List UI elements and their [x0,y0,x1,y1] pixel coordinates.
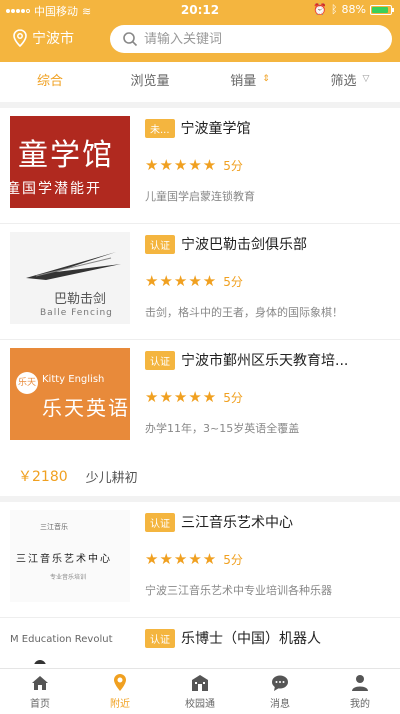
institution-name: 宁波巴勒击剑俱乐部 [181,237,307,253]
course-name: 少儿耕初 [85,470,138,486]
institution-name: 三江音乐艺术中心 [181,515,293,531]
filter-label: 筛选 [330,73,357,89]
list-item[interactable]: 三江音乐 三江音乐艺术中心 专业音乐培训 认证 三江音乐艺术中心 ★★★★★ 5… [0,502,400,618]
fencing-logo-icon [26,252,121,280]
list-item[interactable]: M Education Revolut 认证 乐博士（中国）机器人 ★★★★★ … [0,618,400,664]
city-label: 宁波市 [32,31,74,47]
institution-name: 乐博士（中国）机器人 [181,631,321,647]
filter-screen[interactable]: 筛选 ▽ [300,62,400,102]
home-icon [32,676,48,690]
rating-score: 5分 [223,274,243,289]
search-box[interactable] [110,25,392,53]
filter-bar: 综合 浏览量 销量 ⇕ 筛选 ▽ [0,62,400,108]
filter-label: 综合 [36,73,63,89]
status-bar: 中国移动 ≋ 20:12 ⏰ ᛒ 88% [0,0,400,20]
city-selector[interactable]: 宁波市 [12,28,74,48]
tab-messages[interactable]: 消息 [240,669,320,714]
alarm-icon: ⏰ [313,3,327,16]
filter-label: 浏览量 [130,73,170,89]
tab-label: 附近 [110,699,130,710]
status-badge: 认证 [145,512,175,532]
tab-nearby[interactable]: 附近 [80,669,160,714]
course-row[interactable]: ￥2180 少儿耕初 [0,456,400,502]
filter-views[interactable]: 浏览量 [100,62,200,102]
tab-home[interactable]: 首页 [0,669,80,714]
location-icon [114,674,126,691]
rating-score: 5分 [223,552,243,567]
status-badge: 认证 [145,628,175,648]
status-badge: 认证 [145,350,175,370]
institution-logo: M Education Revolut [10,626,130,664]
profile-icon [352,675,368,691]
list-item[interactable]: 乐天 Kitty English 乐天英语 认证 宁波市鄞州区乐天教育培... … [0,340,400,456]
institution-name: 宁波童学馆 [180,121,251,137]
institution-logo: 三江音乐 三江音乐艺术中心 专业音乐培训 [10,510,130,602]
list-item[interactable]: 巴勒击剑 Balle Fencing 认证 宁波巴勒击剑俱乐部 ★★★★★ 5分… [0,224,400,340]
institution-logo: 巴勒击剑 Balle Fencing [10,232,130,324]
institution-description: 办学11年，3~15岁英语全覆盖 [145,422,300,435]
robot-figure-icon [34,660,46,664]
star-rating: ★★★★★ [145,156,218,174]
school-icon [192,675,208,691]
status-badge: 未... [145,118,175,138]
course-price: ￥2180 [18,469,68,485]
bluetooth-icon: ᛒ [330,3,338,16]
battery-icon [370,4,394,15]
search-icon [123,32,138,47]
location-pin-icon [13,29,27,47]
tab-profile[interactable]: 我的 [320,669,400,714]
institution-list: 童学馆 童国学潜能开 未... 宁波童学馆 ★★★★★ 5分 儿童国学启蒙连锁教… [0,108,400,664]
tab-bar: 首页 附近 校园通 消息 我的 [0,668,400,714]
header-bar: 中国移动 ≋ 20:12 ⏰ ᛒ 88% 宁波市 [0,0,400,62]
search-input[interactable] [144,31,374,47]
institution-description: 击剑，格斗中的王者，身体的国际象棋！ [145,306,343,319]
filter-sales[interactable]: 销量 ⇕ [200,62,300,102]
sort-icon: ⇕ [262,74,270,84]
rating-score: 5分 [223,390,243,405]
tab-label: 我的 [350,699,370,710]
status-badge: 认证 [145,234,175,254]
institution-name: 宁波市鄞州区乐天教育培... [181,353,349,369]
tab-label: 首页 [30,699,50,710]
list-item[interactable]: 童学馆 童国学潜能开 未... 宁波童学馆 ★★★★★ 5分 儿童国学启蒙连锁教… [0,108,400,224]
tab-campus[interactable]: 校园通 [160,669,240,714]
tab-label: 校园通 [185,699,215,710]
star-rating: ★★★★★ [145,272,218,290]
institution-logo: 乐天 Kitty English 乐天英语 [10,348,130,440]
institution-description: 儿童国学启蒙连锁教育 [145,190,255,203]
institution-description: 宁波三江音乐艺术中专业培训各种乐器 [145,584,332,597]
battery-percent: 88% [341,3,366,16]
rating-score: 5分 [223,158,243,173]
tab-label: 消息 [270,699,290,710]
funnel-icon: ▽ [362,74,370,84]
institution-logo: 童学馆 童国学潜能开 [10,116,130,208]
star-rating: ★★★★★ [145,550,218,568]
filter-comprehensive[interactable]: 综合 [0,62,100,102]
star-rating: ★★★★★ [145,388,218,406]
filter-label: 销量 [230,73,257,89]
message-icon [272,675,288,691]
